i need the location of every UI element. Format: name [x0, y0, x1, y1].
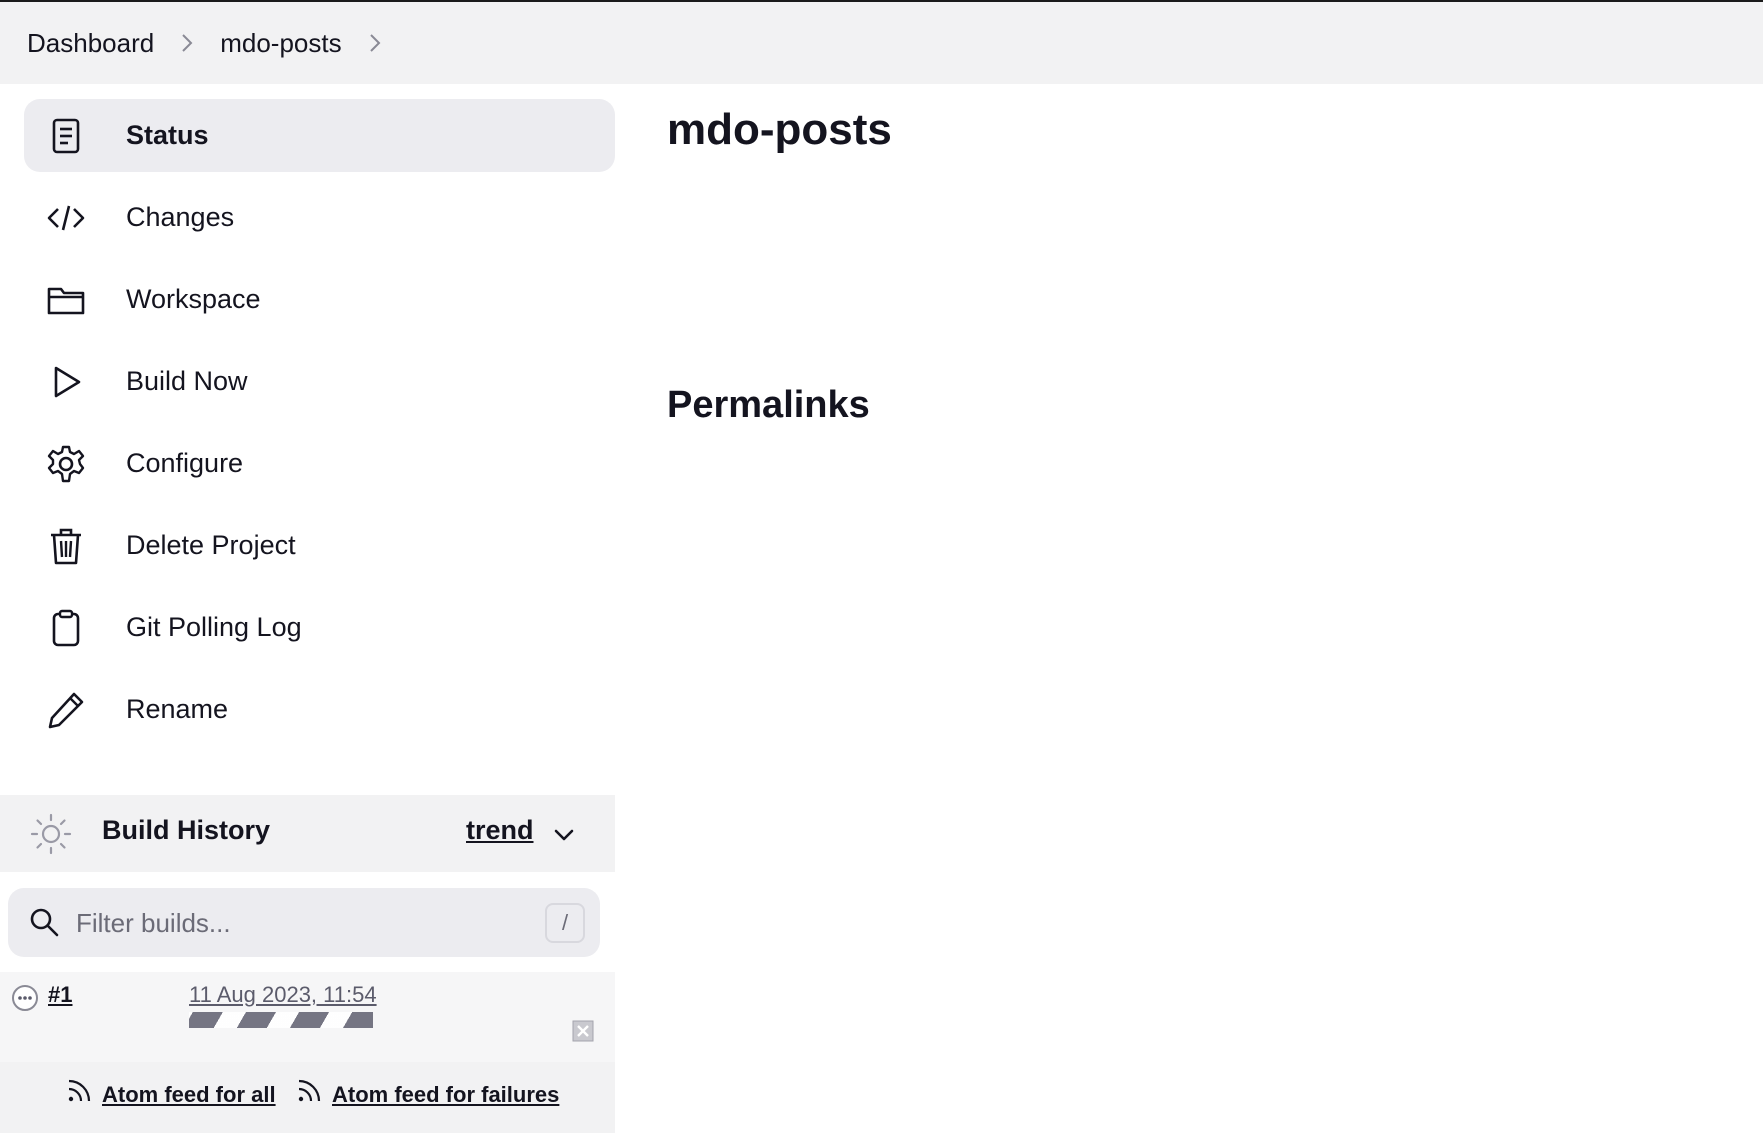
filter-builds-input[interactable]	[74, 898, 534, 948]
atom-feed-failures-link[interactable]: Atom feed for failures	[296, 1079, 560, 1108]
sidebar-item-build-now[interactable]: Build Now	[24, 345, 615, 418]
sidebar-item-label: Configure	[126, 448, 244, 478]
sidebar-item-label: Rename	[126, 694, 229, 724]
document-icon	[44, 114, 88, 158]
build-date-link[interactable]: 11 Aug 2023, 11:54	[189, 982, 377, 1008]
build-number-link[interactable]: #1	[48, 982, 72, 1008]
sidebar-item-label: Workspace	[126, 284, 261, 314]
atom-feed-all-label: Atom feed for all	[102, 1082, 276, 1107]
gear-icon	[44, 442, 88, 486]
search-icon	[30, 908, 59, 937]
build-history-title: Build History	[102, 815, 271, 845]
permalinks-heading: Permalinks	[667, 384, 870, 426]
code-icon	[44, 196, 88, 240]
breadcrumb-dashboard[interactable]: Dashboard	[27, 28, 154, 59]
sidebar-item-label: Delete Project	[126, 530, 296, 560]
build-history-header: Build History trend	[0, 795, 615, 872]
sidebar-item-label: Status	[126, 120, 209, 150]
chevron-right-icon[interactable]	[154, 28, 220, 58]
rss-icon	[68, 1079, 91, 1102]
sidebar-item-rename[interactable]: Rename	[24, 673, 615, 746]
build-row: #1 11 Aug 2023, 11:54	[0, 972, 615, 1062]
chevron-down-icon[interactable]	[550, 821, 578, 849]
sidebar-item-configure[interactable]: Configure	[24, 427, 615, 500]
build-progress-bar	[189, 1012, 373, 1028]
chevron-right-icon[interactable]	[342, 28, 408, 58]
sidebar-item-changes[interactable]: Changes	[24, 181, 615, 254]
sidebar-item-label: Changes	[126, 202, 235, 232]
page-title: mdo-posts	[667, 105, 892, 154]
sidebar-item-git-polling-log[interactable]: Git Polling Log	[24, 591, 615, 664]
pencil-icon	[44, 688, 88, 732]
atom-feed-all-link[interactable]: Atom feed for all	[66, 1079, 276, 1108]
trash-icon	[44, 524, 88, 568]
sidebar-item-delete-project[interactable]: Delete Project	[24, 509, 615, 582]
sidebar-item-status[interactable]: Status	[24, 99, 615, 172]
clipboard-icon	[44, 606, 88, 650]
sidebar-tasks: Status Changes Workspace Build Now Confi…	[24, 99, 615, 755]
trend-link[interactable]: trend	[466, 815, 534, 846]
sidebar-item-workspace[interactable]: Workspace	[24, 263, 615, 336]
cancel-build-icon[interactable]	[572, 1020, 594, 1042]
keyboard-shortcut-hint: /	[545, 903, 585, 943]
in-progress-status-icon	[12, 985, 38, 1011]
sidebar-item-label: Git Polling Log	[126, 612, 302, 642]
filter-builds-box: /	[8, 888, 600, 957]
atom-feeds: Atom feed for all Atom feed for failures	[0, 1062, 615, 1133]
folder-icon	[44, 278, 88, 322]
rss-icon	[298, 1079, 321, 1102]
breadcrumb-project[interactable]: mdo-posts	[220, 28, 341, 59]
atom-feed-failures-label: Atom feed for failures	[332, 1082, 560, 1107]
sidebar-item-label: Build Now	[126, 366, 248, 396]
sun-weather-icon	[30, 813, 72, 855]
play-icon	[44, 360, 88, 404]
breadcrumb: Dashboard mdo-posts	[0, 2, 1763, 84]
